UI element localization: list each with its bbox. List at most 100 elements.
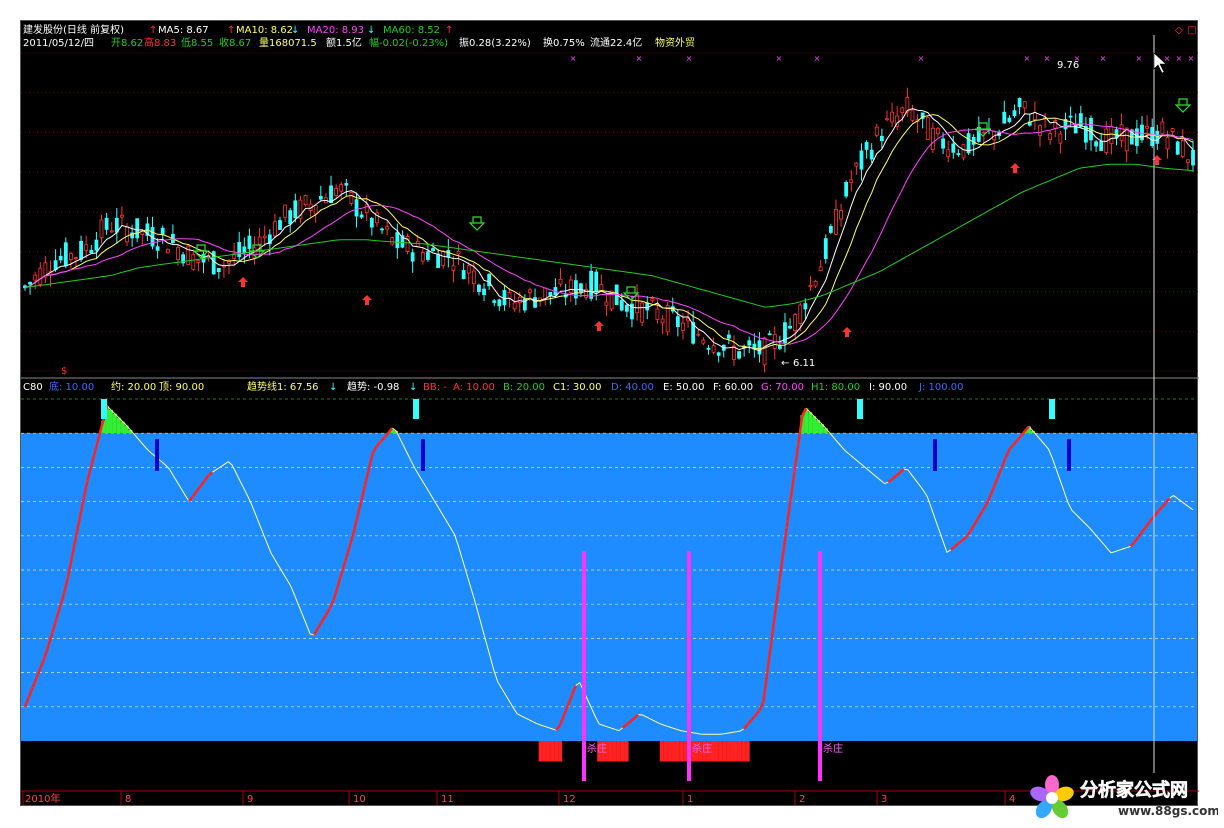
quote-high: 高8.83 (144, 36, 176, 49)
bottom-zone-bar (671, 741, 676, 762)
chart-canvas[interactable]: × × × × × × × × × × × × × × 杀庄 杀庄 杀庄 2010年 8 9 10 11 12 1 2 3 4 … (21, 21, 1199, 807)
candle-body (415, 240, 420, 248)
candle-body (385, 226, 390, 230)
candle-body (1002, 111, 1007, 124)
candle-body (1185, 159, 1190, 163)
top-cyan-marker (413, 399, 419, 419)
candle-body (808, 285, 813, 287)
kill-signal-label: 杀庄 (692, 742, 712, 755)
candle-body (589, 270, 594, 299)
quote-turnover: 换0.75% (543, 36, 585, 49)
top-signal-mark: × (570, 54, 577, 63)
top-zone-bar (108, 409, 113, 434)
bottom-zone-bar (726, 741, 731, 762)
candle-body (834, 209, 838, 235)
candle-body (466, 265, 471, 274)
candle-body (288, 210, 293, 225)
quote-low: 低8.55 (181, 36, 213, 49)
candle-body (1038, 125, 1042, 137)
candle-body (273, 221, 277, 237)
candle-body (69, 253, 73, 260)
candle-body (558, 278, 563, 285)
candle-body (1007, 117, 1012, 122)
x-tick-label: 4 (1009, 794, 1015, 805)
bottom-zone-bar (667, 741, 672, 762)
candle-body (38, 267, 43, 285)
candle-body (726, 334, 731, 339)
turn-blue-marker (421, 439, 425, 471)
svg-text:分析家公式网: 分析家公式网 (1080, 779, 1188, 801)
candle-body (1160, 121, 1165, 135)
candle-body (645, 302, 650, 311)
quote-close: 收8.67 (219, 36, 251, 49)
bottom-zone-bar (538, 741, 543, 762)
candle-body (431, 248, 435, 252)
x-tick-label: 9 (247, 794, 253, 805)
ind-top: 顶: 90.00 (159, 381, 204, 393)
buy-arrow-icon (1010, 163, 1020, 173)
bottom-zone-bar (733, 741, 738, 762)
candle-body (640, 302, 645, 323)
top-zone-bar (116, 417, 121, 434)
quote-amplitude: 振0.28(3.22%) (459, 36, 531, 49)
candle-body (94, 239, 99, 251)
top-zone-bar (808, 412, 813, 434)
candle-body (1094, 141, 1098, 147)
bottom-zone-bar (612, 741, 617, 762)
top-cyan-marker (1049, 399, 1055, 419)
candle-body (114, 217, 119, 233)
candle-body (1022, 101, 1027, 109)
bottom-zone-bar (718, 741, 723, 762)
bottom-zone-bar (679, 741, 684, 762)
turn-blue-marker (933, 439, 937, 471)
candle-body (660, 318, 665, 324)
candle-body (737, 351, 741, 359)
candle-body (216, 267, 221, 273)
quote-volume: 量168071.5 (259, 37, 317, 49)
bottom-zone-bar (620, 741, 625, 762)
candle-body (757, 340, 762, 355)
diamond-icon[interactable]: ◇ (1175, 25, 1183, 36)
candle-body (1150, 127, 1155, 146)
sell-arrow-icon (1174, 98, 1192, 113)
ind-i: I: 90.00 (869, 382, 907, 393)
candle-body (441, 250, 446, 267)
panel-toggle-icon[interactable]: □ (1187, 25, 1196, 36)
candle-body (655, 308, 660, 320)
candle-body (869, 149, 874, 160)
x-tick-label: 2 (799, 794, 805, 805)
candle-body (711, 345, 716, 353)
ind-f: F: 60.00 (713, 382, 753, 393)
candle-body (471, 270, 476, 285)
ma10-value: MA10: 8.62 (236, 25, 293, 36)
candle-body (828, 225, 833, 233)
candle-body (1180, 140, 1185, 157)
candle-body (900, 107, 905, 113)
candle-body (517, 296, 522, 303)
ma5-line (24, 108, 1194, 352)
ma60-arrow-icon: ↑ (445, 25, 453, 36)
top-signal-mark: × (1136, 54, 1143, 63)
candle-body (1058, 133, 1063, 144)
quote-amount: 额1.5亿 (326, 36, 362, 49)
candle-body (696, 333, 701, 336)
ma5-arrow-icon: ↑ (149, 25, 157, 36)
candle-body (813, 280, 818, 287)
candle-body (369, 218, 374, 228)
ind-about: 约: 20.00 (111, 380, 156, 393)
candle-body (79, 240, 84, 260)
ind-trend1: 趋势线1: 67.56 (247, 380, 319, 393)
ma5-value: MA5: 8.67 (158, 25, 209, 36)
x-tick-label: 10 (353, 794, 366, 805)
bottom-zone-bar (624, 741, 629, 762)
candle-body (1109, 126, 1114, 145)
candle-body (160, 227, 165, 235)
buy-arrow-icon (238, 277, 248, 287)
ma60-value: MA60: 8.52 (383, 25, 440, 36)
chart-frame: × × × × × × × × × × × × × × 杀庄 杀庄 杀庄 2010年 8 9 10 11 12 1 2 3 4 … (20, 20, 1199, 807)
candle-body (803, 303, 808, 310)
x-tick-label: 8 (125, 794, 131, 805)
candle-body (390, 237, 395, 245)
candle-body (395, 232, 400, 249)
top-signal-mark: × (776, 54, 783, 63)
